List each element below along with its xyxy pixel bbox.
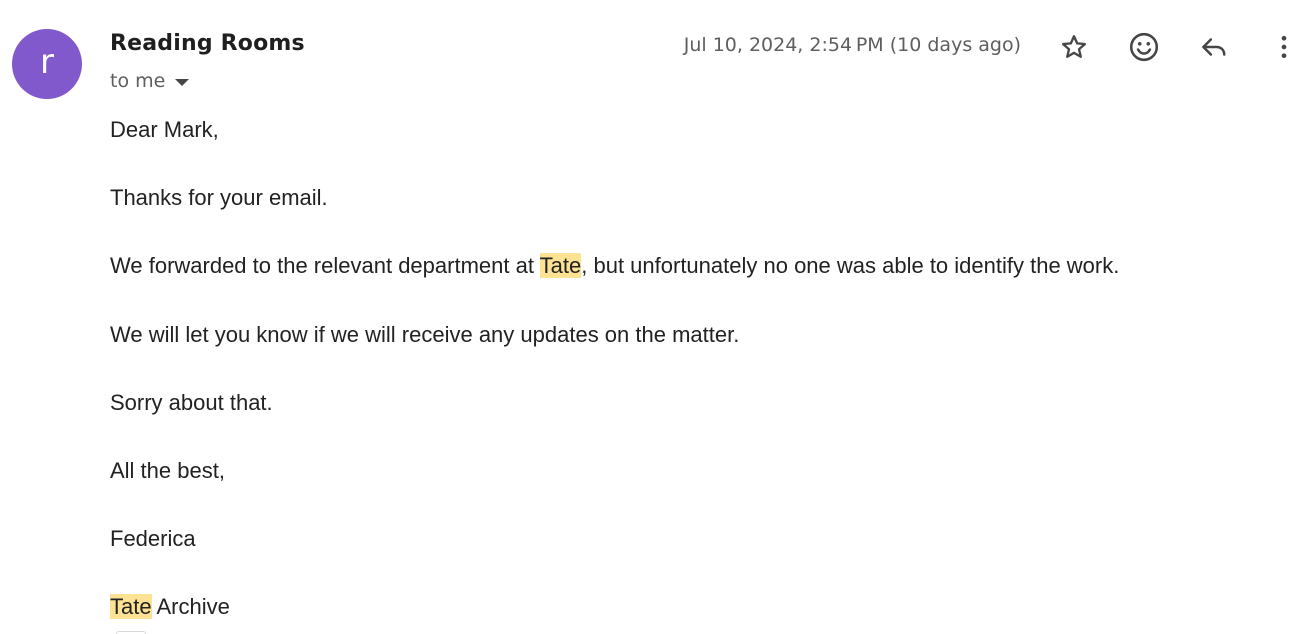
more-options-button[interactable]	[1264, 27, 1296, 67]
caret-down-icon[interactable]	[175, 78, 190, 86]
emoji-icon	[1129, 32, 1159, 62]
body-forwarded-before: We forwarded to the relevant department …	[110, 253, 540, 279]
body-apology: Sorry about that.	[110, 389, 273, 415]
recipient-label: to me	[110, 70, 166, 92]
sender-avatar[interactable]: r	[12, 29, 82, 99]
reply-button[interactable]	[1194, 27, 1234, 67]
add-reaction-button[interactable]	[1124, 27, 1164, 67]
body-thanks: Thanks for your email.	[110, 185, 328, 211]
sender-name[interactable]: Reading Rooms	[110, 31, 305, 56]
star-button[interactable]	[1054, 27, 1094, 67]
body-forwarded-paragraph: We forwarded to the relevant department …	[110, 252, 1270, 320]
recipient-details-toggle[interactable]: to me	[110, 70, 190, 92]
search-highlight: Tate	[539, 253, 582, 279]
body-closing: All the best,	[110, 457, 225, 483]
body-forwarded-after: , but unfortunately no one was able to i…	[581, 253, 1120, 279]
reply-icon	[1202, 38, 1226, 56]
signature-org-suffix: Archive	[151, 594, 230, 620]
body-greeting: Dear Mark,	[110, 117, 219, 142]
more-vert-icon	[1281, 35, 1287, 59]
search-highlight: Tate	[110, 594, 152, 620]
star-outline-icon	[1061, 35, 1087, 58]
body-updates: We will let you know if we will receive …	[110, 321, 740, 347]
message-body: Dear Mark, Thanks for your email. We for…	[110, 116, 1270, 634]
signature-name: Federica	[110, 526, 196, 552]
message-timestamp: Jul 10, 2024, 2:54 PM (10 days ago)	[683, 34, 1021, 56]
signature-org: Tate Archive	[110, 593, 1270, 634]
